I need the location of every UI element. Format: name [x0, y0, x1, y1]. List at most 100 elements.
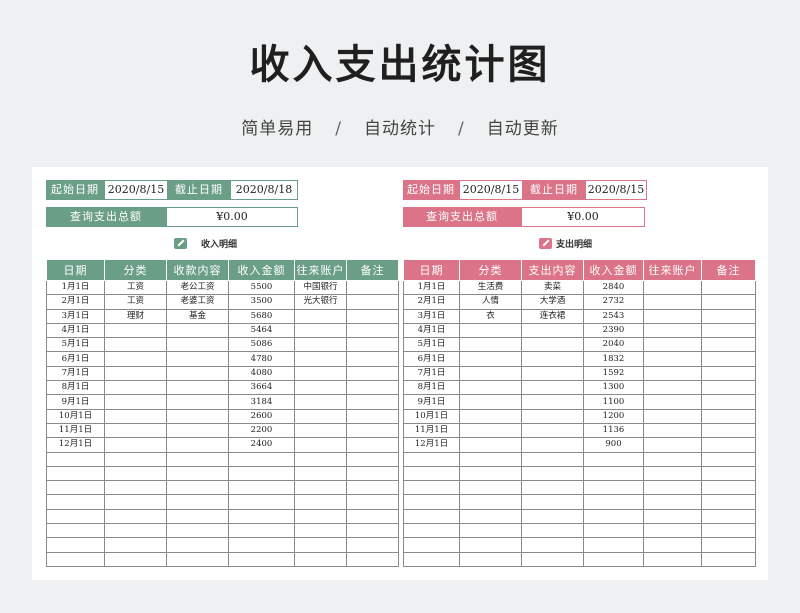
table-cell[interactable]: 11月1日 — [46, 422, 105, 439]
table-cell[interactable] — [521, 365, 584, 382]
table-cell[interactable]: 5680 — [228, 308, 295, 324]
table-cell[interactable] — [459, 380, 522, 396]
table-cell[interactable] — [583, 480, 644, 496]
table-cell[interactable] — [643, 551, 702, 567]
table-cell[interactable] — [294, 408, 347, 424]
table-cell[interactable] — [294, 308, 347, 324]
table-cell[interactable]: 大学酒 — [521, 294, 584, 310]
table-cell[interactable] — [643, 451, 702, 467]
table-cell[interactable] — [701, 451, 756, 467]
table-cell[interactable] — [166, 465, 229, 482]
table-cell[interactable] — [521, 322, 584, 339]
end-date-cell[interactable]: 2020/8/18 — [230, 180, 298, 200]
table-cell[interactable] — [459, 494, 522, 510]
table-cell[interactable]: 6月1日 — [46, 351, 105, 367]
table-cell[interactable]: 卖菜 — [521, 279, 584, 296]
table-cell[interactable] — [701, 523, 756, 539]
table-cell[interactable] — [46, 494, 105, 510]
table-cell[interactable] — [583, 523, 644, 539]
table-cell[interactable] — [459, 551, 522, 567]
table-cell[interactable]: 3月1日 — [46, 308, 105, 324]
start-date-cell[interactable]: 2020/8/15 — [459, 180, 523, 200]
table-cell[interactable]: 2月1日 — [403, 294, 460, 310]
table-cell[interactable] — [346, 322, 399, 339]
table-cell[interactable] — [643, 465, 702, 482]
table-cell[interactable] — [403, 523, 460, 539]
table-cell[interactable] — [643, 437, 702, 453]
table-cell[interactable] — [166, 351, 229, 367]
table-cell[interactable] — [346, 480, 399, 496]
table-cell[interactable] — [643, 408, 702, 424]
table-cell[interactable] — [166, 422, 229, 439]
table-cell[interactable]: 4月1日 — [403, 322, 460, 339]
table-cell[interactable] — [166, 322, 229, 339]
table-cell[interactable] — [701, 308, 756, 324]
table-cell[interactable] — [701, 408, 756, 424]
table-cell[interactable] — [46, 537, 105, 553]
query-total-cell[interactable]: ¥0.00 — [521, 207, 645, 227]
table-cell[interactable] — [228, 508, 295, 525]
table-cell[interactable] — [294, 437, 347, 453]
table-cell[interactable]: 5月1日 — [403, 337, 460, 353]
table-cell[interactable] — [104, 437, 167, 453]
table-cell[interactable]: 12月1日 — [403, 437, 460, 453]
table-cell[interactable] — [104, 422, 167, 439]
table-cell[interactable] — [166, 380, 229, 396]
table-cell[interactable]: 1月1日 — [46, 279, 105, 296]
table-cell[interactable] — [166, 537, 229, 553]
table-cell[interactable] — [643, 365, 702, 382]
table-cell[interactable] — [166, 394, 229, 410]
table-cell[interactable] — [346, 422, 399, 439]
table-cell[interactable]: 光大银行 — [294, 294, 347, 310]
table-cell[interactable]: 2840 — [583, 279, 644, 296]
table-cell[interactable]: 连衣裙 — [521, 308, 584, 324]
table-cell[interactable] — [583, 537, 644, 553]
table-cell[interactable] — [583, 508, 644, 525]
table-cell[interactable] — [701, 380, 756, 396]
table-cell[interactable] — [228, 480, 295, 496]
table-cell[interactable]: 2543 — [583, 308, 644, 324]
table-cell[interactable] — [46, 551, 105, 567]
table-cell[interactable] — [294, 480, 347, 496]
table-cell[interactable] — [346, 408, 399, 424]
table-cell[interactable] — [104, 494, 167, 510]
table-cell[interactable]: 1月1日 — [403, 279, 460, 296]
table-cell[interactable] — [521, 337, 584, 353]
table-cell[interactable] — [346, 279, 399, 296]
table-cell[interactable]: 老公工资 — [166, 279, 229, 296]
table-cell[interactable] — [294, 351, 347, 367]
table-cell[interactable]: 10月1日 — [403, 408, 460, 424]
table-cell[interactable] — [403, 551, 460, 567]
table-cell[interactable] — [521, 551, 584, 567]
table-cell[interactable] — [583, 494, 644, 510]
table-cell[interactable] — [46, 480, 105, 496]
table-cell[interactable] — [104, 365, 167, 382]
table-cell[interactable] — [46, 465, 105, 482]
table-cell[interactable] — [459, 523, 522, 539]
table-cell[interactable] — [346, 365, 399, 382]
table-cell[interactable] — [346, 308, 399, 324]
table-cell[interactable] — [701, 394, 756, 410]
table-cell[interactable]: 9月1日 — [403, 394, 460, 410]
table-cell[interactable] — [46, 508, 105, 525]
table-cell[interactable] — [403, 465, 460, 482]
table-cell[interactable] — [459, 408, 522, 424]
table-cell[interactable]: 2390 — [583, 322, 644, 339]
table-cell[interactable] — [459, 337, 522, 353]
table-cell[interactable] — [346, 523, 399, 539]
table-cell[interactable] — [104, 551, 167, 567]
table-cell[interactable] — [459, 351, 522, 367]
table-cell[interactable] — [46, 523, 105, 539]
table-cell[interactable] — [701, 322, 756, 339]
table-cell[interactable]: 1300 — [583, 380, 644, 396]
table-cell[interactable]: 3184 — [228, 394, 295, 410]
table-cell[interactable] — [403, 494, 460, 510]
table-cell[interactable] — [294, 322, 347, 339]
table-cell[interactable] — [294, 422, 347, 439]
table-cell[interactable] — [643, 322, 702, 339]
table-cell[interactable] — [294, 508, 347, 525]
table-cell[interactable] — [104, 480, 167, 496]
table-cell[interactable] — [228, 537, 295, 553]
table-cell[interactable]: 5086 — [228, 337, 295, 353]
table-cell[interactable] — [166, 508, 229, 525]
